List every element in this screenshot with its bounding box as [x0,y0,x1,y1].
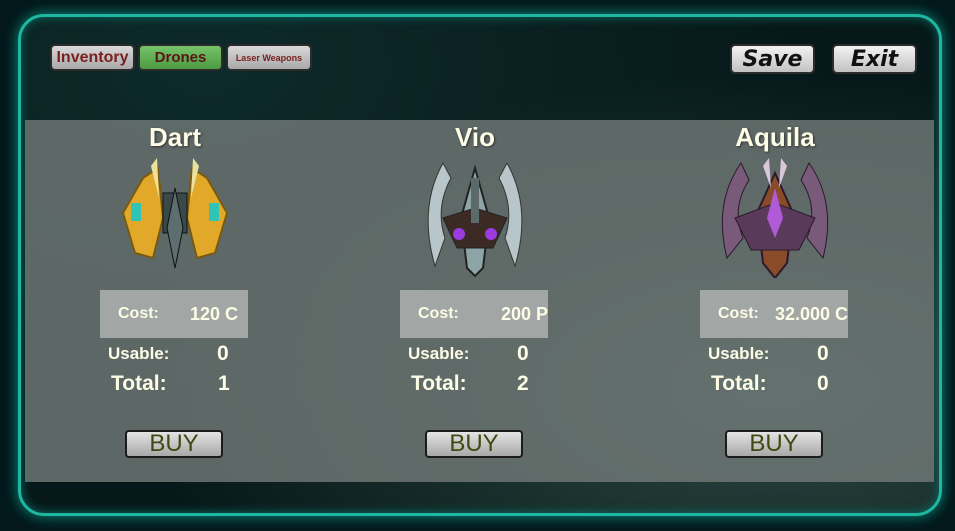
usable-label: Usable: [408,344,470,363]
cost-box: Cost: 32.000 C [700,290,848,338]
buy-button[interactable]: BUY [425,430,523,458]
drone-name: Vio [455,122,495,152]
buy-button[interactable]: BUY [725,430,823,458]
cost-value: 120 C [189,303,238,324]
drone-name: Aquila [735,122,815,152]
usable-value: 0 [517,342,529,365]
cost-value: 32.000 C [774,303,848,324]
tab-drones[interactable]: Drones [138,44,223,71]
aquila-ship-icon [721,158,829,278]
total-value: 0 [817,372,829,395]
cost-value: 200 P [500,303,548,324]
cost-box: Cost: 120 C [100,290,248,338]
total-label: Total: [711,372,767,395]
buy-button[interactable]: BUY [125,430,223,458]
drone-card-vio: Vio Cost: 200 P Usable: 0 Total: 2 BUY [325,120,625,482]
total-value: 2 [517,372,529,395]
usable-value: 0 [817,342,829,365]
drone-shop-panel: Dart Cost: 120 C Usable: 0 Total: 1 BUY … [25,120,934,482]
cost-label: Cost: [118,305,159,322]
usable-label: Usable: [708,344,770,363]
exit-button[interactable]: Exit [832,44,917,74]
total-label: Total: [411,372,467,395]
drone-card-dart: Dart Cost: 120 C Usable: 0 Total: 1 BUY [25,120,325,482]
usable-label: Usable: [108,344,170,363]
vio-ship-icon [427,161,523,278]
save-button[interactable]: Save [730,44,815,74]
cost-label: Cost: [418,305,459,322]
drone-name: Dart [148,122,201,152]
usable-value: 0 [217,342,229,365]
cost-label: Cost: [718,305,759,322]
cost-box: Cost: 200 P [400,290,548,338]
tab-laser-weapons[interactable]: Laser Weapons [226,44,312,71]
total-label: Total: [111,372,167,395]
total-value: 1 [218,372,230,395]
dart-ship-icon [121,158,229,269]
drone-card-aquila: Aquila Cost: 32.000 C Usable: 0 Total: 0… [625,120,925,482]
tab-inventory[interactable]: Inventory [50,44,135,71]
